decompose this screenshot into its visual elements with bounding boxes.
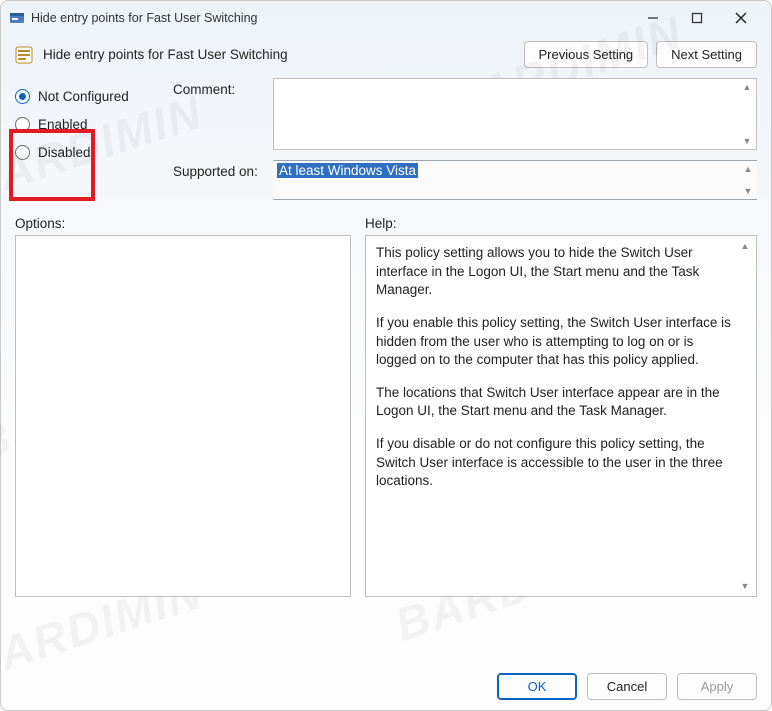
scroll-down-icon[interactable]: ▼ [740,135,754,147]
dialog-window: BARDIMIN BARDIMIN BARDIMIN BARDIMIN BARD… [0,0,772,711]
dialog-footer: OK Cancel Apply [497,673,757,700]
previous-setting-button[interactable]: Previous Setting [524,41,649,68]
help-paragraph: If you enable this policy setting, the S… [376,314,734,370]
minimize-button[interactable] [631,4,675,32]
comment-label: Comment: [173,78,265,97]
scroll-up-icon[interactable]: ▲ [741,163,755,175]
help-label: Help: [365,216,397,231]
radio-disabled[interactable]: Disabled [15,138,165,166]
radio-label: Disabled [38,145,91,160]
window-title: Hide entry points for Fast User Switchin… [31,11,257,25]
header-row: Hide entry points for Fast User Switchin… [1,35,771,78]
apply-button[interactable]: Apply [677,673,757,700]
options-panel [15,235,351,597]
radio-icon [15,89,30,104]
radio-icon [15,145,30,160]
scroll-up-icon[interactable]: ▲ [740,81,754,93]
supported-on-value: At least Windows Vista [277,163,418,178]
policy-icon [15,46,33,64]
scroll-down-icon[interactable]: ▼ [741,185,755,197]
maximize-button[interactable] [675,4,719,32]
options-label: Options: [15,216,365,231]
titlebar: Hide entry points for Fast User Switchin… [1,1,771,35]
next-setting-button[interactable]: Next Setting [656,41,757,68]
supported-on-field: At least Windows Vista ▲ ▼ [273,160,757,200]
help-paragraph: The locations that Switch User interface… [376,384,734,421]
radio-icon [15,117,30,132]
radio-label: Enabled [38,117,88,132]
scroll-down-icon[interactable]: ▼ [738,580,752,592]
policy-title: Hide entry points for Fast User Switchin… [43,47,514,62]
radio-label: Not Configured [38,89,129,104]
scroll-up-icon[interactable]: ▲ [738,240,752,252]
help-panel: This policy setting allows you to hide t… [365,235,757,597]
cancel-button[interactable]: Cancel [587,673,667,700]
radio-not-configured[interactable]: Not Configured [15,82,165,110]
close-button[interactable] [719,4,763,32]
supported-on-label: Supported on: [173,160,265,179]
app-icon [9,10,25,26]
ok-button[interactable]: OK [497,673,577,700]
comment-textarea[interactable]: ▲ ▼ [273,78,757,150]
state-radio-group: Not Configured Enabled Disabled [15,78,165,166]
help-paragraph: This policy setting allows you to hide t… [376,244,734,300]
help-paragraph: If you disable or do not configure this … [376,435,734,491]
radio-enabled[interactable]: Enabled [15,110,165,138]
